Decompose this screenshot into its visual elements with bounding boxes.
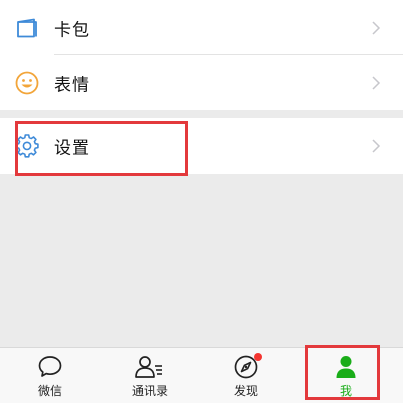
gear-icon: [14, 133, 40, 159]
menu-item-card-package[interactable]: 卡包: [0, 0, 403, 55]
chevron-right-icon: [371, 75, 381, 91]
menu-group-settings: 设置: [0, 118, 403, 174]
tab-label: 通讯录: [131, 384, 168, 398]
notification-badge: [254, 353, 262, 361]
contacts-icon: [134, 354, 166, 380]
chevron-right-icon: [371, 20, 381, 36]
tab-label: 发现: [233, 384, 258, 398]
tab-label: 微信: [37, 384, 62, 398]
tab-contacts[interactable]: 通讯录: [100, 348, 200, 403]
menu-item-settings[interactable]: 设置: [0, 118, 403, 173]
menu-item-label: 表情: [54, 75, 90, 95]
bottom-tab-bar: 微信 通讯录 发现 我: [0, 347, 403, 403]
chat-bubble-icon: [37, 354, 63, 380]
tab-discover[interactable]: 发现: [196, 348, 296, 403]
tab-me[interactable]: 我: [296, 348, 396, 403]
card-icon: [14, 15, 40, 41]
menu-group-primary: 卡包 表情: [0, 0, 403, 110]
menu-item-label: 卡包: [54, 20, 90, 40]
chevron-right-icon: [371, 138, 381, 154]
person-icon: [333, 354, 359, 380]
tab-chats[interactable]: 微信: [0, 348, 100, 403]
menu-item-label: 设置: [54, 138, 90, 158]
smiley-icon: [14, 70, 40, 96]
tab-label: 我: [339, 384, 352, 398]
menu-item-emoji[interactable]: 表情: [0, 55, 403, 110]
